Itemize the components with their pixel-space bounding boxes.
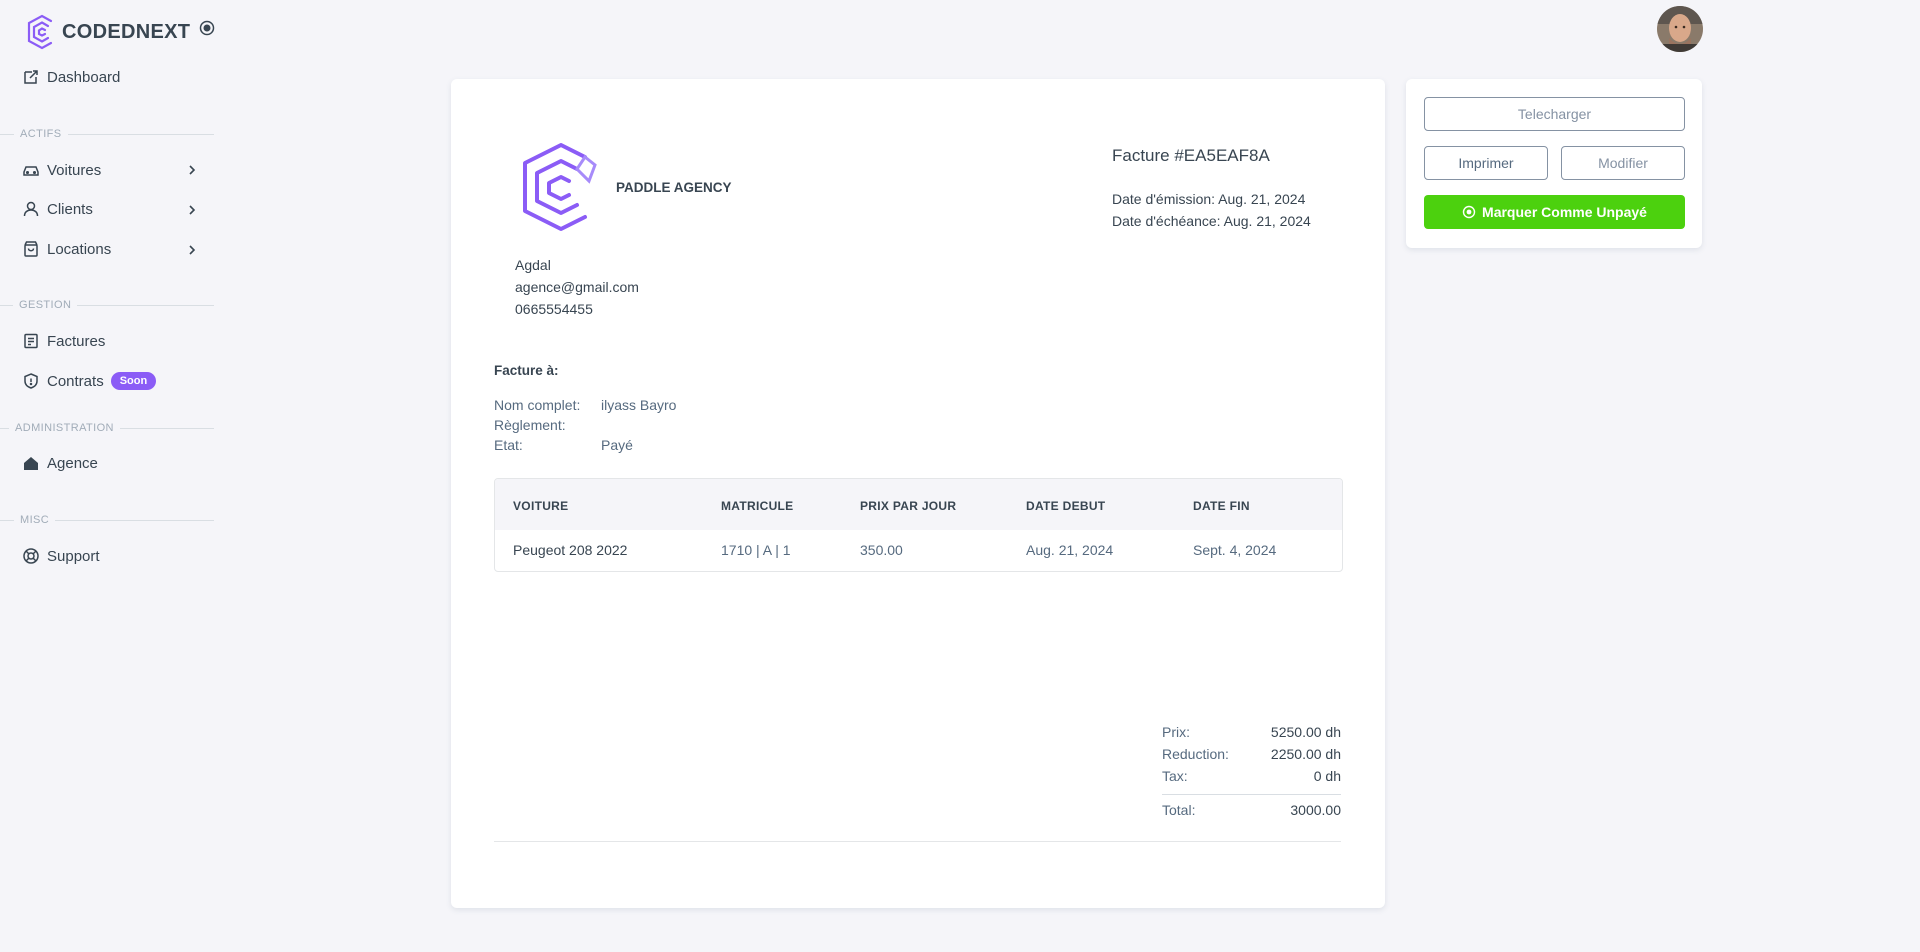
bill-to-name-value: ilyass Bayro (601, 397, 677, 413)
table-row: Peugeot 208 2022 1710 | A | 1 350.00 Aug… (495, 530, 1342, 571)
lifebuoy-icon (22, 547, 40, 565)
sidebar-item-support[interactable]: Support (22, 542, 100, 570)
avatar[interactable] (1657, 6, 1703, 52)
table-cell: 1710 | A | 1 (721, 542, 791, 558)
edit-button[interactable]: Modifier (1561, 146, 1685, 180)
column-header: VOITURE (513, 499, 569, 513)
footer-divider (494, 841, 1341, 842)
bill-to-payment-label: Règlement: (494, 417, 566, 433)
due-date: Date d'échéance: Aug. 21, 2024 (1112, 213, 1311, 229)
sidebar-item-label: Factures (47, 332, 106, 350)
actions-card: Telecharger Imprimer Modifier Marquer Co… (1406, 79, 1702, 248)
sidebar-item-clients[interactable]: Clients (22, 195, 93, 223)
table-cell: 350.00 (860, 542, 903, 558)
receipt-icon (22, 332, 40, 350)
sidebar-item-label: Support (47, 547, 100, 565)
column-header: MATRICULE (721, 499, 794, 513)
sidebar-item-locations[interactable]: Locations (22, 235, 111, 263)
bill-to-status-label: Etat: (494, 437, 523, 453)
table-cell: Sept. 4, 2024 (1193, 542, 1277, 558)
radio-circle-icon[interactable] (199, 20, 215, 36)
mark-unpaid-label: Marquer Comme Unpayé (1482, 204, 1647, 220)
section-header-gestion: GESTION (0, 298, 214, 312)
column-header: DATE FIN (1193, 499, 1250, 513)
check-circle-icon (1462, 205, 1476, 219)
tax-value: 0 dh (1313, 768, 1341, 784)
user-icon (22, 200, 40, 218)
table-header: VOITURE MATRICULE PRIX PAR JOUR DATE DEB… (495, 479, 1342, 530)
brand-logo-icon (27, 14, 53, 50)
tax-label: Tax: (1162, 768, 1188, 784)
sidebar-item-label: Clients (47, 200, 93, 218)
table-cell: Aug. 21, 2024 (1026, 542, 1114, 558)
home-icon (22, 454, 40, 472)
sidebar-item-label: Agence (47, 454, 98, 472)
sidebar-item-contrats[interactable]: Contrats Soon (22, 367, 157, 395)
reduction-value: 2250.00 dh (1270, 746, 1341, 762)
price-label: Prix: (1162, 724, 1190, 740)
shopping-bag-icon (22, 240, 40, 258)
sidebar-item-dashboard[interactable]: Dashboard (22, 63, 120, 91)
total-value: 3000.00 (1290, 802, 1341, 818)
chevron-right-icon (189, 205, 196, 215)
bill-to-title: Facture à: (494, 363, 559, 378)
total-label: Total: (1162, 802, 1196, 818)
sidebar-item-label: Voitures (47, 161, 102, 179)
sidebar-item-label: Contrats (47, 372, 104, 390)
car-icon (22, 161, 40, 179)
agency-logo-icon (523, 143, 597, 231)
sidebar-item-voitures[interactable]: Voitures (22, 156, 101, 184)
chevron-right-icon (189, 245, 196, 255)
issue-date: Date d'émission: Aug. 21, 2024 (1112, 191, 1306, 207)
totals-divider (1162, 794, 1341, 795)
agency-address: Agdal (515, 257, 551, 273)
column-header: PRIX PAR JOUR (860, 499, 957, 513)
sidebar-item-agence[interactable]: Agence (22, 449, 98, 477)
invoice-table: VOITURE MATRICULE PRIX PAR JOUR DATE DEB… (494, 478, 1343, 572)
table-cell: Peugeot 208 2022 (513, 542, 628, 558)
brand-name: CODEDNEXT (62, 20, 191, 43)
reduction-label: Reduction: (1162, 746, 1229, 762)
section-header-actifs: ACTIFS (0, 127, 214, 141)
brand[interactable]: CODEDNEXT (24, 14, 190, 50)
bill-to-name-label: Nom complet: (494, 397, 581, 413)
column-header: DATE DEBUT (1026, 499, 1106, 513)
mark-unpaid-button[interactable]: Marquer Comme Unpayé (1424, 195, 1685, 229)
sidebar-item-factures[interactable]: Factures (22, 327, 105, 355)
sidebar-item-label: Locations (47, 240, 112, 258)
shield-icon (22, 372, 40, 390)
soon-badge: Soon (110, 372, 157, 390)
agency-phone: 0665554455 (515, 301, 593, 317)
invoice-number: Facture #EA5EAF8A (1112, 146, 1270, 165)
bill-to-status-value: Payé (601, 437, 633, 453)
download-button[interactable]: Telecharger (1424, 97, 1685, 131)
print-button[interactable]: Imprimer (1424, 146, 1548, 180)
agency-email: agence@gmail.com (515, 279, 639, 295)
price-value: 5250.00 dh (1270, 724, 1341, 740)
dashboard-icon (22, 68, 40, 86)
invoice-card: PADDLE AGENCY Agdal agence@gmail.com 066… (451, 79, 1385, 908)
section-header-misc: MISC (0, 513, 214, 527)
sidebar-item-label: Dashboard (47, 68, 121, 86)
sidebar: CODEDNEXT Dashboard ACTIFS Voitures Clie… (0, 0, 228, 952)
section-header-administration: ADMINISTRATION (0, 421, 214, 435)
chevron-right-icon (189, 165, 196, 175)
agency-name: PADDLE AGENCY (616, 180, 732, 195)
